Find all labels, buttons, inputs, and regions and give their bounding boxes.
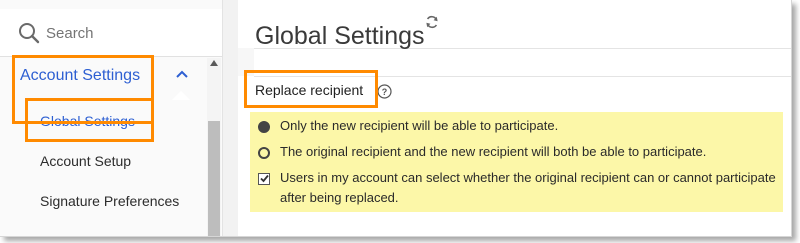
main-panel: Global Settings Replace recipient ? Only…: [238, 0, 791, 236]
sidebar-group-account-settings[interactable]: Account Settings: [20, 62, 200, 90]
option-label: The original recipient and the new recip…: [280, 144, 707, 159]
sidebar-item-label: Global Settings: [40, 113, 135, 129]
chevron-up-icon[interactable]: [176, 69, 188, 79]
radio-button-selected[interactable]: [258, 121, 270, 133]
checkbox-sender-can-select[interactable]: Users in my account can select whether t…: [258, 170, 783, 208]
search-icon: [19, 23, 40, 44]
search-bar: [0, 9, 222, 57]
sidebar-item-label: Signature Preferences: [40, 193, 180, 209]
divider: [254, 76, 791, 77]
svg-text:?: ?: [382, 87, 388, 97]
checkbox-checked[interactable]: [258, 173, 270, 185]
option-label: Users in my account can select whether t…: [280, 170, 776, 205]
checkmark-icon: [260, 174, 269, 183]
sidebar-item-account-setup[interactable]: Account Setup: [40, 153, 131, 169]
sidebar-group-label: Account Settings: [20, 67, 141, 84]
sidebar-item-signature-preferences[interactable]: Signature Preferences: [40, 193, 179, 209]
refresh-icon[interactable]: [425, 15, 439, 29]
radio-button[interactable]: [258, 147, 270, 159]
title-bar: Global Settings: [238, 0, 791, 50]
tab-stub: [238, 48, 254, 76]
replace-recipient-options: Only the new recipient will be able to p…: [250, 112, 783, 212]
option-label: Only the new recipient will be able to p…: [280, 118, 559, 133]
app-window: Account Settings Global Settings Account…: [0, 0, 792, 237]
sidebar-item-global-settings[interactable]: Global Settings: [40, 113, 135, 129]
scroll-up-arrow-icon[interactable]: [210, 60, 218, 66]
active-pointer: [172, 91, 190, 100]
sidebar-item-label: Account Setup: [40, 153, 132, 169]
page-title: Global Settings: [255, 21, 425, 50]
radio-both-recipients[interactable]: The original recipient and the new recip…: [258, 144, 707, 162]
radio-only-new-recipient[interactable]: Only the new recipient will be able to p…: [258, 118, 559, 136]
help-icon[interactable]: ?: [377, 84, 392, 99]
section-label: Replace recipient: [255, 82, 364, 98]
sidebar: Account Settings Global Settings Account…: [0, 0, 223, 236]
sidebar-scrollbar[interactable]: [207, 58, 221, 236]
search-input[interactable]: [46, 21, 206, 45]
scrollbar-thumb[interactable]: [208, 121, 220, 236]
